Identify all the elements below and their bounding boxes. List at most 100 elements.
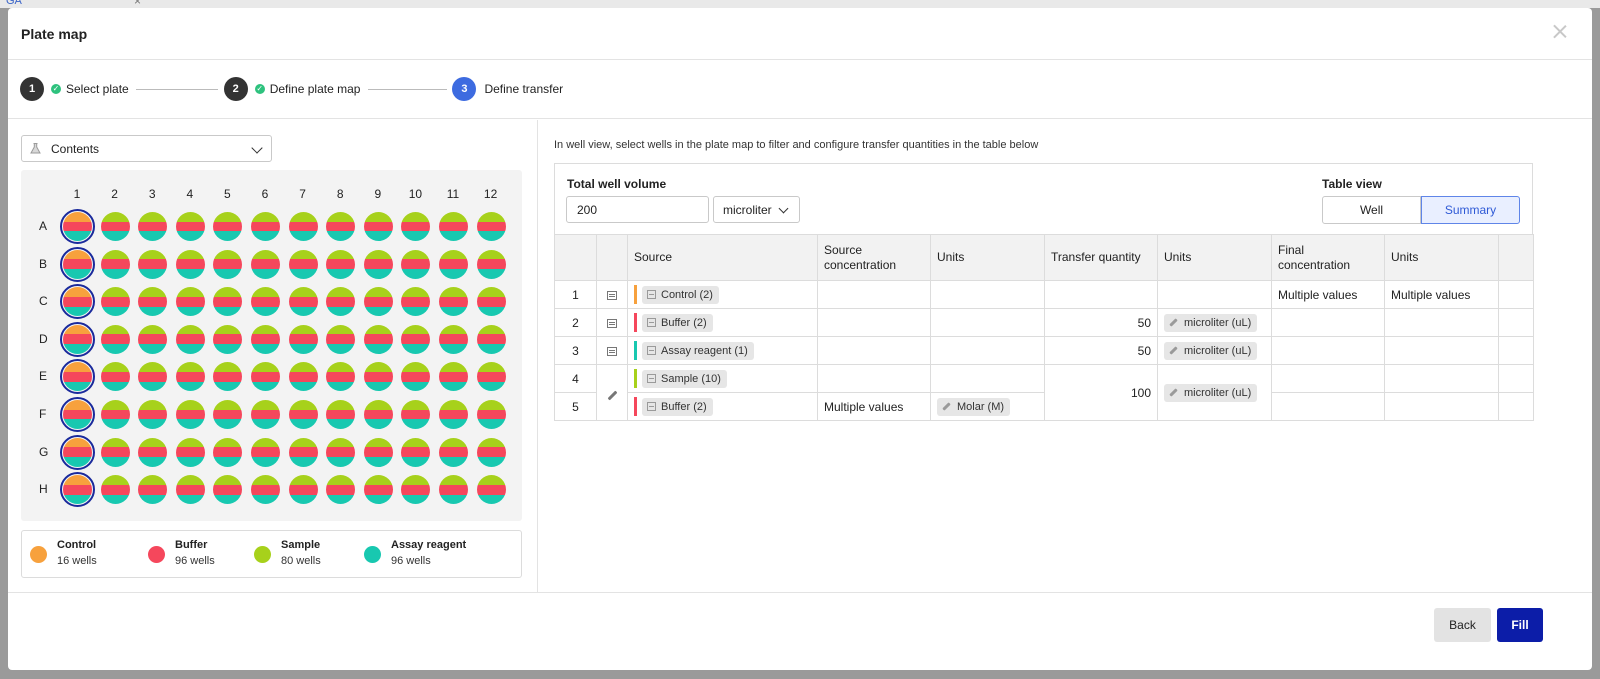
well-F6[interactable] (251, 400, 280, 429)
well-B8[interactable] (326, 249, 356, 279)
well-F1[interactable] (60, 397, 95, 432)
well-F11[interactable] (439, 400, 468, 429)
column-label[interactable]: 4 (180, 187, 200, 201)
well-F10[interactable] (401, 400, 431, 429)
source-cell[interactable]: Buffer (2) (627, 392, 818, 421)
transfer-units-cell[interactable]: microliter (uL) (1157, 364, 1272, 421)
well-A2[interactable] (100, 212, 130, 241)
well-A8[interactable] (326, 212, 356, 241)
transfer-quantity-cell[interactable]: 50 (1044, 308, 1158, 337)
well-H4[interactable] (175, 475, 205, 505)
column-label[interactable]: 1 (67, 187, 87, 201)
well-B6[interactable] (251, 249, 280, 279)
row-action-cell[interactable] (596, 280, 628, 309)
well-F5[interactable] (213, 400, 243, 429)
well-C10[interactable] (401, 287, 431, 317)
final-concentration-cell[interactable] (1271, 392, 1385, 421)
unit-chip[interactable]: Molar (M) (937, 397, 1011, 416)
well-H11[interactable] (439, 475, 468, 505)
row-label[interactable]: C (39, 294, 53, 308)
final-units-cell[interactable] (1384, 364, 1499, 393)
column-label[interactable]: 8 (330, 187, 350, 201)
column-header-source[interactable]: Source (627, 234, 818, 281)
well-A1[interactable] (60, 209, 95, 244)
table-row[interactable]: 1 Control (2) Multiple values Multiple v… (554, 280, 1534, 309)
well-C6[interactable] (251, 287, 280, 317)
well-B9[interactable] (363, 249, 393, 279)
back-button[interactable]: Back (1434, 608, 1491, 642)
well-E9[interactable] (363, 362, 393, 392)
source-concentration-cell[interactable]: Multiple values (817, 392, 931, 421)
table-row[interactable]: 5 Buffer (2) Multiple values Molar (M) (554, 392, 1534, 421)
transfer-units-cell[interactable] (1157, 280, 1272, 309)
well-C4[interactable] (175, 287, 205, 317)
well-E10[interactable] (401, 362, 431, 392)
well-A6[interactable] (251, 212, 280, 241)
well-G4[interactable] (175, 437, 205, 467)
source-concentration-cell[interactable] (817, 364, 931, 393)
well-A9[interactable] (363, 212, 393, 241)
row-action-cell[interactable] (596, 308, 628, 337)
well-F7[interactable] (288, 400, 318, 429)
well-C1[interactable] (60, 284, 95, 320)
list-icon[interactable] (607, 318, 617, 328)
well-G10[interactable] (401, 437, 431, 467)
well-D7[interactable] (288, 324, 318, 354)
transfer-units-cell[interactable]: microliter (uL) (1157, 336, 1272, 365)
well-G12[interactable] (476, 437, 506, 467)
final-concentration-cell[interactable]: Multiple values (1271, 280, 1385, 309)
well-C3[interactable] (138, 287, 168, 317)
well-F4[interactable] (175, 400, 205, 429)
well-C12[interactable] (476, 287, 506, 317)
source-cell[interactable]: Assay reagent (1) (627, 336, 818, 365)
edit-icon[interactable] (607, 390, 617, 400)
source-chip[interactable]: Assay reagent (1) (642, 341, 754, 360)
source-units-cell[interactable] (930, 280, 1045, 309)
transfer-units-cell[interactable]: microliter (uL) (1157, 308, 1272, 337)
close-icon[interactable] (1552, 23, 1568, 39)
well-F9[interactable] (363, 400, 393, 429)
well-C7[interactable] (288, 287, 318, 317)
unit-chip[interactable]: microliter (uL) (1164, 313, 1258, 332)
row-label[interactable]: D (39, 332, 53, 346)
transfer-quantity-cell[interactable]: 100 (1044, 364, 1158, 421)
well-E7[interactable] (288, 362, 318, 392)
well-E5[interactable] (213, 362, 243, 392)
well-D3[interactable] (138, 324, 168, 354)
well-B10[interactable] (401, 249, 431, 279)
well-D5[interactable] (213, 324, 243, 354)
source-concentration-cell[interactable] (817, 336, 931, 365)
column-label[interactable]: 6 (255, 187, 275, 201)
column-header-transfer-quantity[interactable]: Transfer quantity (1044, 234, 1158, 281)
well-F3[interactable] (138, 400, 168, 429)
well-C9[interactable] (363, 287, 393, 317)
well-B4[interactable] (175, 249, 205, 279)
column-header-source-concentration[interactable]: Source concentration (817, 234, 931, 281)
source-concentration-cell[interactable] (817, 308, 931, 337)
well-A4[interactable] (175, 212, 205, 241)
row-label[interactable]: H (39, 482, 53, 496)
well-E8[interactable] (326, 362, 356, 392)
row-action-cell[interactable] (596, 364, 628, 421)
well-A5[interactable] (213, 212, 243, 241)
column-label[interactable]: 10 (405, 187, 425, 201)
well-B1[interactable] (60, 246, 95, 282)
well-C2[interactable] (100, 287, 130, 317)
source-units-cell[interactable]: Molar (M) (930, 392, 1045, 421)
final-concentration-cell[interactable] (1271, 308, 1385, 337)
well-B7[interactable] (288, 249, 318, 279)
well-H6[interactable] (251, 475, 280, 505)
source-chip[interactable]: Control (2) (642, 285, 719, 304)
final-concentration-cell[interactable] (1271, 336, 1385, 365)
well-D9[interactable] (363, 324, 393, 354)
column-label[interactable]: 7 (293, 187, 313, 201)
well-C11[interactable] (439, 287, 468, 317)
well-G7[interactable] (288, 437, 318, 467)
well-G11[interactable] (439, 437, 468, 467)
well-H10[interactable] (401, 475, 431, 505)
row-label[interactable]: B (39, 257, 53, 271)
total-well-volume-input[interactable]: 200 (566, 196, 709, 223)
column-label[interactable]: 2 (105, 187, 125, 201)
final-units-cell[interactable] (1384, 308, 1499, 337)
well-E3[interactable] (138, 362, 168, 392)
